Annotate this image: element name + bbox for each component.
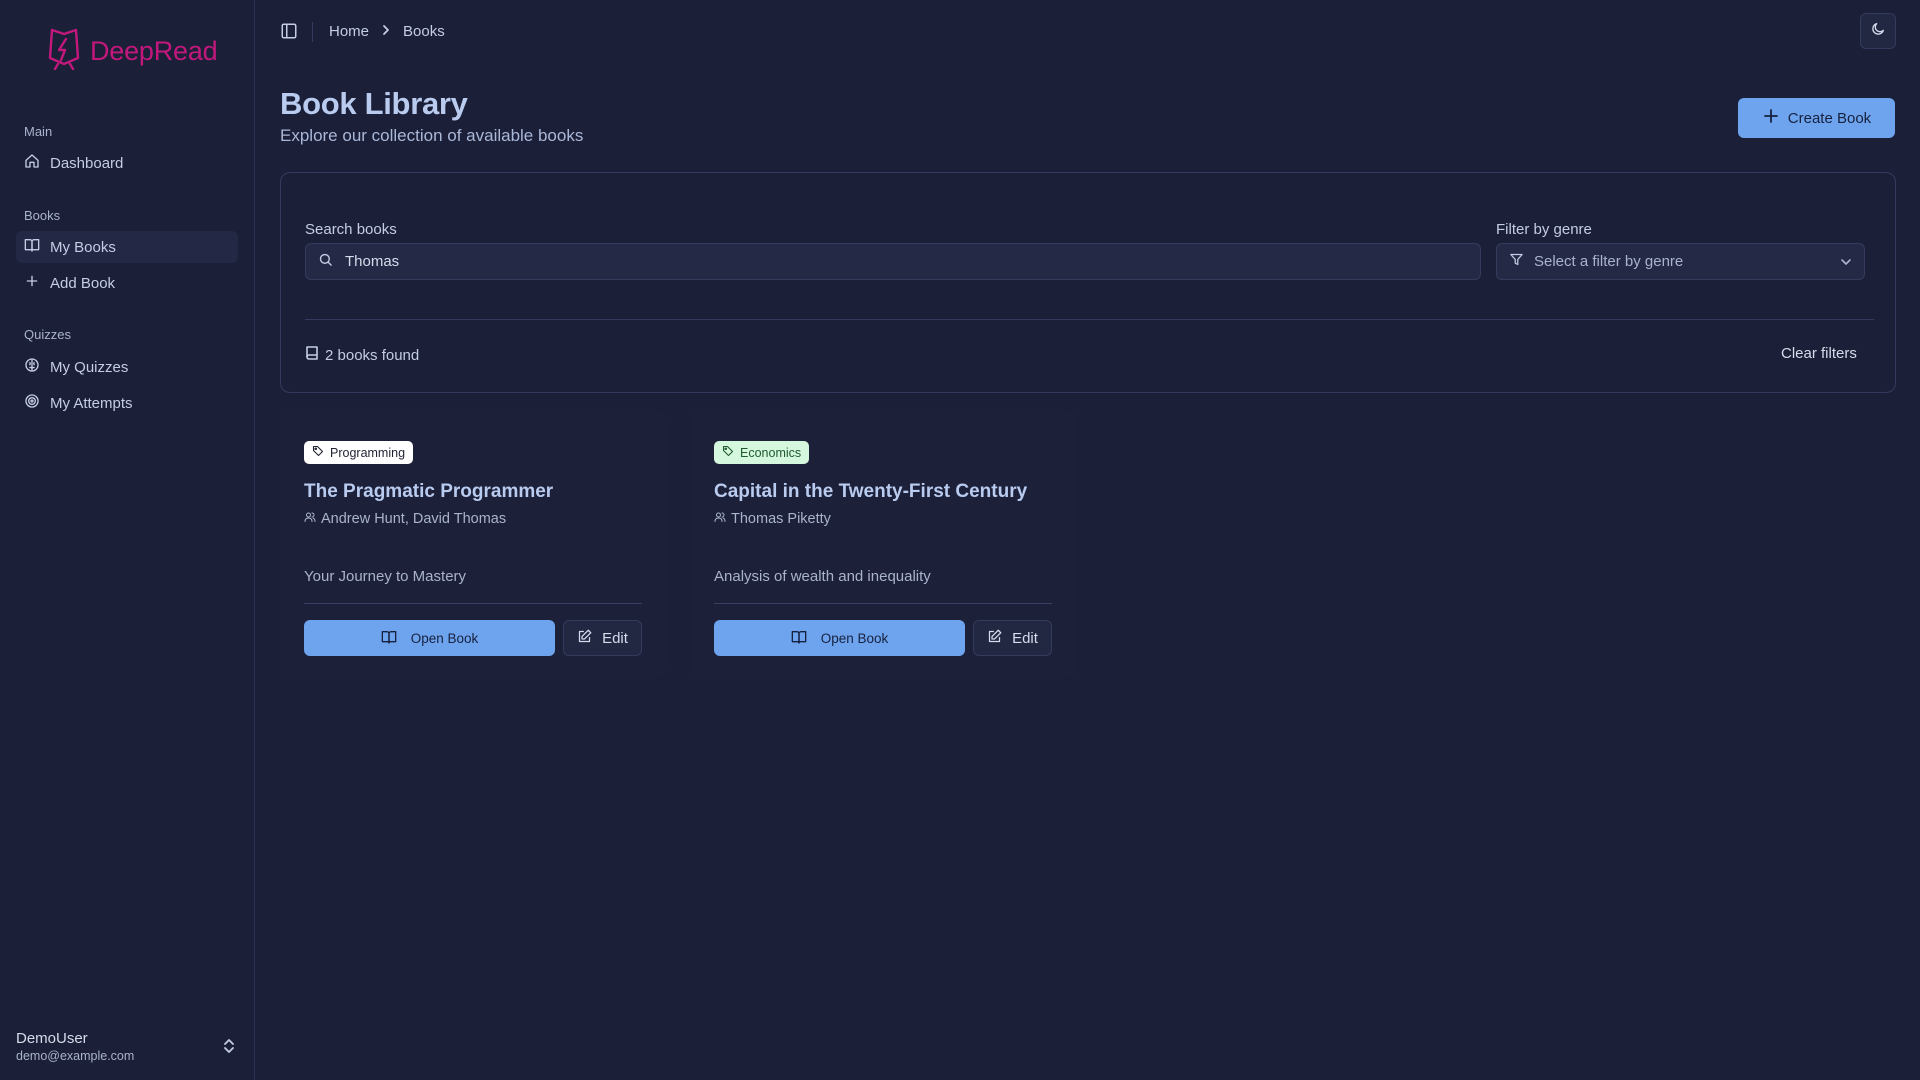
genre-filter-placeholder: Select a filter by genre — [1534, 253, 1684, 270]
book-authors-text: Andrew Hunt, David Thomas — [321, 511, 507, 527]
book-open-icon — [24, 237, 40, 257]
search-input[interactable] — [345, 253, 1445, 270]
edit-book-button[interactable]: Edit — [563, 620, 642, 656]
sidebar-item-label: Dashboard — [50, 154, 124, 172]
brand-logo[interactable]: DeepRead — [46, 28, 218, 75]
sidebar-item-label: Add Book — [50, 274, 116, 292]
open-book-button[interactable]: Open Book — [304, 620, 555, 656]
book-card: Economics Capital in the Twenty-First Ce… — [690, 410, 1076, 678]
book-description: Analysis of wealth and inequality — [714, 568, 931, 585]
brain-icon — [24, 357, 40, 377]
create-book-label: Create Book — [1787, 109, 1872, 127]
genre-badge: Programming — [304, 441, 414, 464]
sidebar-item-label: My Attempts — [50, 394, 133, 412]
search-label: Search books — [305, 221, 397, 238]
genre-badge: Economics — [714, 441, 810, 464]
nav-group-main: Main — [24, 124, 53, 139]
logo-icon — [46, 28, 82, 75]
sidebar-item-add-book[interactable]: Add Book — [16, 267, 238, 299]
book-description: Your Journey to Mastery — [304, 568, 467, 585]
book-open-icon — [381, 629, 397, 648]
sidebar-item-label: My Books — [50, 238, 116, 256]
results-count-text: 2 books found — [325, 346, 420, 364]
brand-name: DeepRead — [90, 36, 218, 66]
genre-filter-label: Filter by genre — [1496, 221, 1592, 238]
edit-book-button[interactable]: Edit — [973, 620, 1052, 656]
open-book-button[interactable]: Open Book — [714, 620, 965, 656]
clear-filters-button[interactable]: Clear filters — [1781, 345, 1857, 362]
sidebar-item-my-quizzes[interactable]: My Quizzes — [16, 351, 238, 383]
search-field[interactable] — [305, 243, 1481, 280]
tag-icon — [722, 445, 734, 460]
breadcrumb-current: Books — [403, 23, 445, 40]
theme-toggle-button[interactable] — [1860, 13, 1896, 49]
book-title: The Pragmatic Programmer — [304, 481, 554, 502]
filter-panel: Search books Filter by genre Select a fi… — [280, 172, 1896, 393]
sidebar-toggle-icon[interactable] — [280, 22, 298, 45]
nav-group-quizzes: Quizzes — [24, 327, 71, 342]
users-icon — [304, 511, 316, 527]
nav-group-books: Books — [24, 208, 61, 223]
card-divider — [304, 603, 642, 604]
breadcrumb-home[interactable]: Home — [329, 23, 369, 40]
book-authors: Andrew Hunt, David Thomas — [304, 511, 506, 527]
target-icon — [24, 393, 40, 413]
panel-divider — [305, 319, 1874, 320]
book-authors: Thomas Piketty — [714, 511, 831, 527]
edit-icon — [577, 629, 592, 648]
page-title: Book Library — [280, 86, 468, 121]
users-icon — [714, 511, 726, 527]
page-subtitle: Explore our collection of available book… — [280, 126, 584, 145]
topbar-divider — [312, 22, 313, 42]
user-name: DemoUser — [16, 1030, 88, 1047]
user-email: demo@example.com — [16, 1049, 135, 1063]
edit-label: Edit — [602, 629, 628, 647]
results-count: 2 books found — [305, 345, 419, 365]
sidebar-item-label: My Quizzes — [50, 358, 129, 376]
open-book-label: Open Book — [410, 630, 479, 646]
filter-icon — [1509, 252, 1524, 271]
sidebar-item-dashboard[interactable]: Dashboard — [16, 147, 238, 179]
home-icon — [24, 153, 40, 173]
chevron-right-icon — [381, 23, 391, 40]
open-book-label: Open Book — [820, 630, 889, 646]
edit-icon — [987, 629, 1002, 648]
create-book-button[interactable]: Create Book — [1738, 98, 1895, 138]
chevrons-up-down-icon[interactable] — [222, 1038, 236, 1059]
book-authors-text: Thomas Piketty — [731, 511, 831, 527]
plus-icon — [24, 273, 40, 293]
moon-icon — [1870, 21, 1886, 42]
edit-label: Edit — [1012, 629, 1038, 647]
sidebar: DeepRead Main Dashboard Books My Books A… — [0, 0, 255, 1080]
plus-icon — [1762, 107, 1780, 129]
genre-badge-label: Programming — [330, 445, 406, 460]
sidebar-item-my-books[interactable]: My Books — [16, 231, 238, 263]
book-card: Programming The Pragmatic Programmer And… — [280, 410, 666, 678]
search-icon — [318, 252, 333, 272]
tag-icon — [312, 445, 324, 460]
book-title: Capital in the Twenty-First Century — [714, 481, 1028, 502]
card-divider — [714, 603, 1052, 604]
user-menu[interactable]: DemoUser demo@example.com — [16, 1030, 134, 1063]
genre-filter-select[interactable]: Select a filter by genre — [1496, 243, 1865, 280]
book-open-icon — [791, 629, 807, 648]
book-icon — [305, 345, 319, 365]
breadcrumb: Home Books — [329, 23, 445, 40]
sidebar-item-my-attempts[interactable]: My Attempts — [16, 387, 238, 419]
chevron-down-icon — [1840, 255, 1852, 272]
genre-badge-label: Economics — [740, 445, 802, 460]
